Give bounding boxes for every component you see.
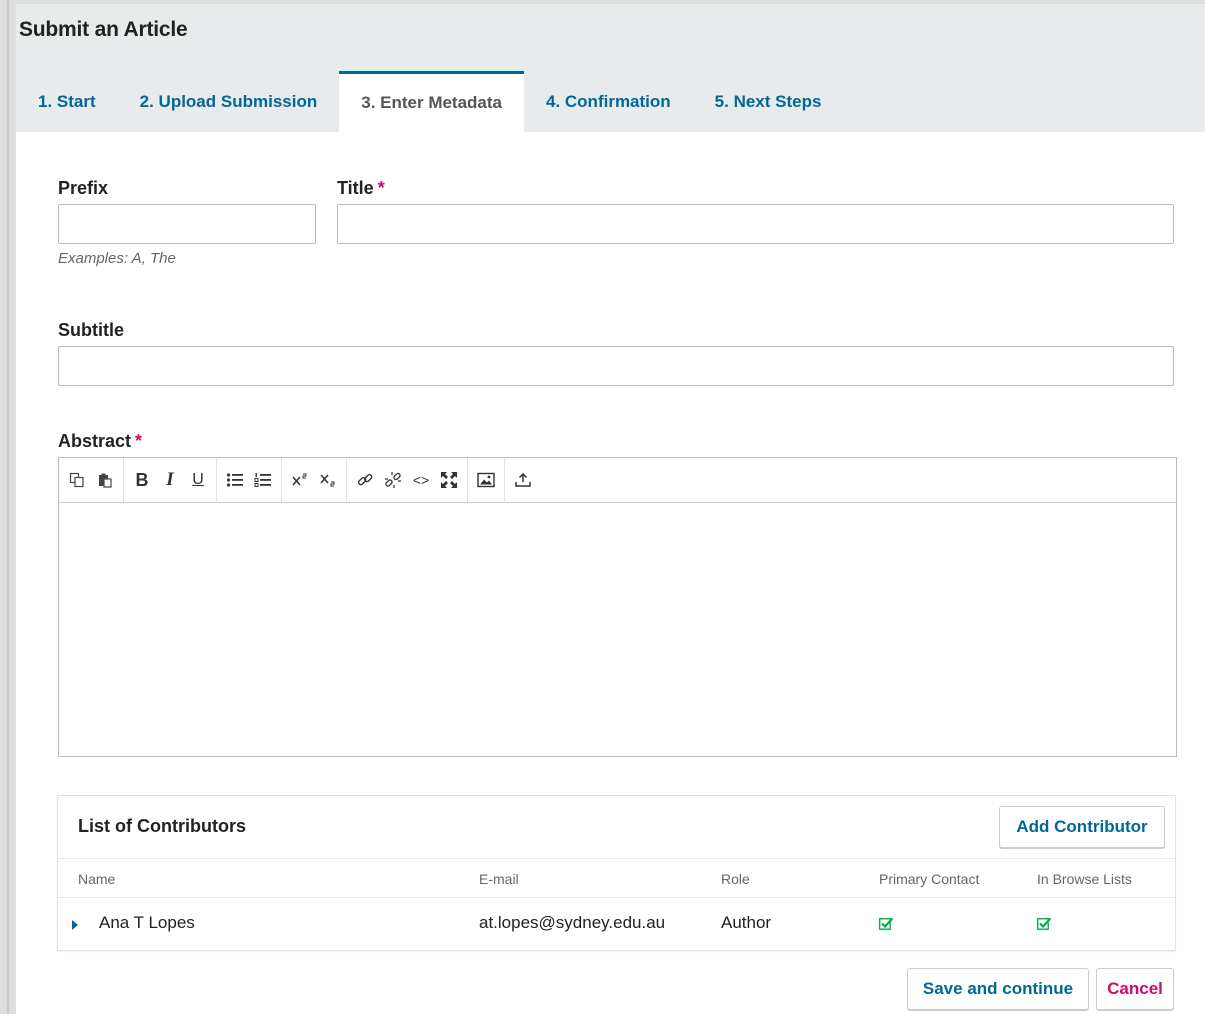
script-group	[282, 458, 347, 502]
superscript-icon[interactable]	[286, 463, 314, 497]
italic-glyph: I	[166, 469, 174, 490]
media-group	[468, 458, 505, 502]
tab-upload-submission[interactable]: 2. Upload Submission	[118, 71, 340, 132]
subtitle-label: Subtitle	[58, 320, 124, 341]
format-group: B I U	[124, 458, 217, 502]
wizard-tabs: 1. Start 2. Upload Submission 3. Enter M…	[16, 71, 843, 132]
column-in-browse-lists: In Browse Lists	[1037, 871, 1132, 887]
prefix-label: Prefix	[58, 178, 108, 199]
submission-page: Submit an Article 1. Start 2. Upload Sub…	[0, 0, 1205, 1014]
italic-icon[interactable]: I	[156, 463, 184, 497]
subtitle-label-text: Subtitle	[58, 320, 124, 340]
link-group: <>	[347, 458, 468, 502]
prefix-input[interactable]	[58, 204, 316, 244]
save-and-continue-button[interactable]: Save and continue	[907, 968, 1089, 1010]
link-icon[interactable]	[351, 463, 379, 497]
editor-toolbar: B I U <>	[59, 458, 1176, 503]
contributor-name: Ana T Lopes	[99, 913, 195, 932]
page-title: Submit an Article	[19, 18, 188, 41]
list-group	[217, 458, 282, 502]
subscript-icon[interactable]	[314, 463, 342, 497]
title-label: Title *	[337, 178, 385, 199]
abstract-editor: B I U <>	[58, 457, 1177, 757]
abstract-label-text: Abstract	[58, 431, 132, 451]
expand-row-icon[interactable]	[72, 920, 78, 930]
contributors-table-header: Name E-mail Role Primary Contact In Brow…	[58, 858, 1175, 898]
tab-next-steps[interactable]: 5. Next Steps	[693, 71, 844, 132]
column-role: Role	[721, 871, 750, 887]
abstract-text-area[interactable]	[59, 503, 1176, 756]
bold-glyph: B	[135, 469, 149, 490]
left-margin	[0, 0, 16, 1014]
code-icon[interactable]: <>	[407, 463, 435, 497]
abstract-label: Abstract *	[58, 431, 142, 452]
tab-start[interactable]: 1. Start	[16, 71, 118, 132]
column-primary-contact: Primary Contact	[879, 871, 980, 887]
unlink-icon[interactable]	[379, 463, 407, 497]
subtitle-input[interactable]	[58, 346, 1174, 386]
cancel-button[interactable]: Cancel	[1096, 968, 1174, 1010]
contributor-role: Author	[721, 913, 772, 932]
numbered-list-icon[interactable]	[249, 463, 277, 497]
left-divider	[7, 0, 9, 1014]
copy-icon[interactable]	[63, 463, 91, 497]
code-glyph: <>	[412, 472, 430, 488]
clipboard-group	[59, 458, 124, 502]
contributor-email: at.lopes@sydney.edu.au	[479, 913, 666, 932]
add-contributor-button[interactable]: Add Contributor	[999, 806, 1165, 848]
bold-icon[interactable]: B	[128, 463, 156, 497]
primary-contact-check-icon[interactable]	[879, 917, 894, 930]
required-marker: *	[377, 178, 385, 198]
underline-icon[interactable]: U	[184, 463, 212, 497]
upload-group	[505, 458, 541, 502]
prefix-label-text: Prefix	[58, 178, 109, 198]
upload-icon[interactable]	[509, 463, 537, 497]
browse-lists-check-icon[interactable]	[1037, 917, 1052, 930]
column-email: E-mail	[479, 871, 519, 887]
fullscreen-icon[interactable]	[435, 463, 463, 497]
title-label-text: Title	[337, 178, 374, 198]
image-icon[interactable]	[472, 463, 500, 497]
contributors-title: List of Contributors	[78, 816, 246, 836]
paste-icon[interactable]	[91, 463, 119, 497]
table-row: Ana T Lopes at.lopes@sydney.edu.au Autho…	[58, 898, 1175, 950]
contributors-panel: List of Contributors Add Contributor Nam…	[58, 796, 1175, 950]
tab-confirmation[interactable]: 4. Confirmation	[524, 71, 693, 132]
tab-enter-metadata[interactable]: 3. Enter Metadata	[339, 71, 524, 132]
column-name: Name	[78, 871, 116, 887]
prefix-hint: Examples: A, The	[58, 250, 176, 267]
metadata-form: Prefix Examples: A, The Title * Subtitle …	[16, 132, 1205, 1014]
underline-glyph: U	[192, 471, 204, 488]
bullet-list-icon[interactable]	[221, 463, 249, 497]
title-input[interactable]	[337, 204, 1174, 244]
required-marker: *	[135, 431, 143, 451]
